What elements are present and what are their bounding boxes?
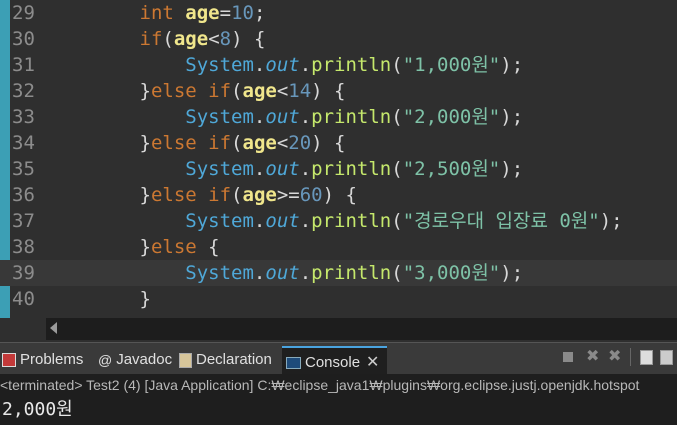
code-text: }else if(age<14) { xyxy=(139,80,346,102)
scroll-lock-icon[interactable] xyxy=(660,350,673,365)
code-line[interactable]: 29 int age=10; xyxy=(0,0,677,26)
line-number: 39 xyxy=(12,262,35,284)
scroll-left-arrow-icon[interactable] xyxy=(50,322,57,334)
problems-icon xyxy=(2,353,16,368)
line-number: 40 xyxy=(12,288,35,310)
terminate-icon[interactable] xyxy=(563,352,573,362)
code-text: System.out.println("3,000원"); xyxy=(185,262,524,284)
code-text: }else if(age<20) { xyxy=(139,132,346,154)
code-line[interactable]: 30 if(age<8) { xyxy=(0,26,677,52)
line-number: 31 xyxy=(12,54,35,76)
tab-javadoc-label: Javadoc xyxy=(116,351,173,368)
code-line[interactable]: 33 System.out.println("2,000원"); xyxy=(0,104,677,130)
horizontal-scrollbar[interactable] xyxy=(46,318,677,340)
declaration-icon xyxy=(179,352,192,368)
code-text: } xyxy=(139,288,151,310)
code-line[interactable]: 35 System.out.println("2,500원"); xyxy=(0,156,677,182)
view-tab-bar: Problems @ Javadoc Declaration Console ✕ xyxy=(0,342,677,377)
code-text: }else { xyxy=(139,236,220,258)
remove-all-terminated-icon[interactable]: ✖ xyxy=(608,348,622,364)
code-text: int age=10; xyxy=(139,2,266,24)
close-icon[interactable]: ✕ xyxy=(366,354,379,371)
clear-console-icon[interactable] xyxy=(640,350,653,365)
code-text: if(age<8) { xyxy=(139,28,266,50)
tab-problems[interactable]: Problems xyxy=(2,349,83,371)
code-line[interactable]: 36 }else if(age>=60) { xyxy=(0,182,677,208)
code-text: System.out.println("2,500원"); xyxy=(185,158,524,180)
code-text: System.out.println("경로우대 입장료 0원"); xyxy=(185,210,623,232)
code-line[interactable]: 40 } xyxy=(0,286,677,312)
javadoc-icon: @ xyxy=(98,352,113,369)
line-number: 30 xyxy=(12,28,35,50)
line-number: 34 xyxy=(12,132,35,154)
line-number: 38 xyxy=(12,236,35,258)
tab-problems-label: Problems xyxy=(20,351,84,368)
line-number: 35 xyxy=(12,158,35,180)
line-number: 36 xyxy=(12,184,35,206)
line-number: 32 xyxy=(12,80,35,102)
code-line[interactable]: 31 System.out.println("1,000원"); xyxy=(0,52,677,78)
code-line[interactable]: 34 }else if(age<20) { xyxy=(0,130,677,156)
line-number: 29 xyxy=(12,2,35,24)
tab-console[interactable]: Console ✕ xyxy=(282,346,388,377)
line-number: 37 xyxy=(12,210,35,232)
code-line[interactable]: 38 }else { xyxy=(0,234,677,260)
code-text: System.out.println("1,000원"); xyxy=(185,54,524,76)
console-icon xyxy=(286,357,301,370)
code-line[interactable]: 37 System.out.println("경로우대 입장료 0원"); xyxy=(0,208,677,234)
toolbar-separator xyxy=(630,348,631,366)
code-line[interactable]: 32 }else if(age<14) { xyxy=(0,78,677,104)
tab-declaration-label: Declaration xyxy=(196,351,272,368)
tab-console-label: Console xyxy=(305,354,361,371)
eclipse-window: 29 int age=10; 30 if(age<8) {31 System.ou… xyxy=(0,0,677,425)
scroll-corner xyxy=(0,318,46,340)
remove-launch-icon[interactable]: ✖ xyxy=(586,348,600,364)
console-process-label: <terminated> Test2 (4) [Java Application… xyxy=(0,377,640,393)
console-output: 2,000원 xyxy=(2,399,73,420)
code-editor[interactable]: 29 int age=10; 30 if(age<8) {31 System.ou… xyxy=(0,0,677,318)
tab-javadoc[interactable]: @ Javadoc xyxy=(98,349,172,371)
code-text: System.out.println("2,000원"); xyxy=(185,106,524,128)
line-number: 33 xyxy=(12,106,35,128)
code-line[interactable]: 39 System.out.println("3,000원"); xyxy=(0,260,677,286)
tab-declaration[interactable]: Declaration xyxy=(179,349,272,371)
code-text: }else if(age>=60) { xyxy=(139,184,357,206)
